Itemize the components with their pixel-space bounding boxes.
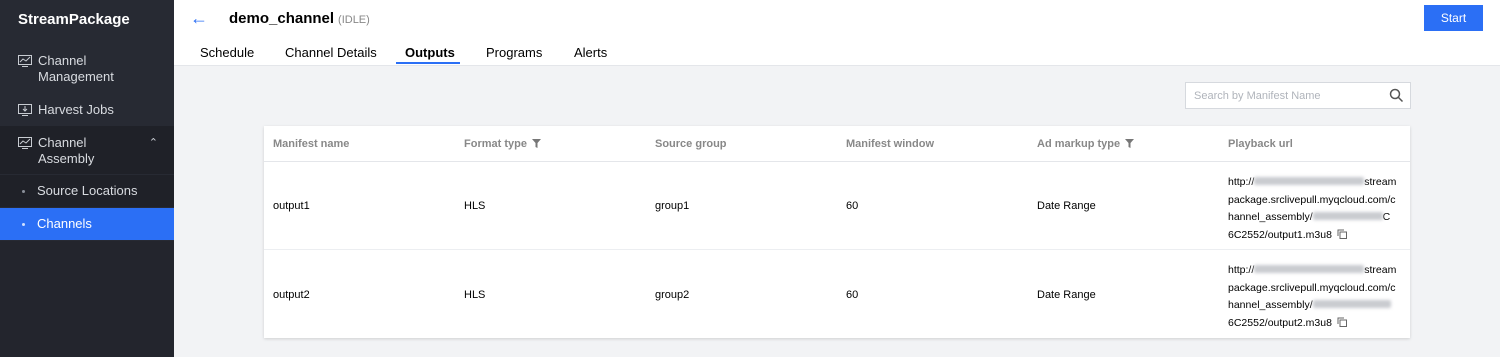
tab-programs[interactable]: Programs <box>486 45 542 60</box>
column-header-manifest-name: Manifest name <box>273 138 350 150</box>
cell-manifest-name: output2 <box>273 289 310 301</box>
monitor-chart-icon <box>18 55 32 67</box>
cell-manifest-name: output1 <box>273 200 310 212</box>
sidebar-subitem-label: Channels <box>37 216 92 231</box>
url-text: hannel_assembly/ <box>1228 211 1313 223</box>
sidebar-item-harvest-jobs[interactable]: Harvest Jobs <box>0 102 174 120</box>
bullet-dot-icon <box>22 223 25 226</box>
sidebar-item-channel-assembly[interactable]: Channel Assembly ⌃ <box>0 126 174 174</box>
cell-ad-markup-type: Date Range <box>1037 200 1096 212</box>
cell-source-group: group1 <box>655 200 690 212</box>
url-line: http:// stream <box>1228 262 1404 280</box>
cell-format-type: HLS <box>464 200 486 212</box>
url-line: 6C2552/output1.m3u8 <box>1228 227 1404 245</box>
search-input[interactable] <box>1194 88 1384 104</box>
start-button[interactable]: Start <box>1424 5 1483 31</box>
cell-manifest-window: 60 <box>846 289 859 301</box>
url-line: http:// stream <box>1228 174 1404 192</box>
sidebar-empty-area <box>0 241 174 357</box>
url-text: stream <box>1364 264 1397 276</box>
page-title: demo_channel (IDLE) <box>229 10 370 27</box>
url-line: package.srclivepull.myqcloud.com/c <box>1228 281 1396 294</box>
cell-playback-url: http:// stream package.srclivepull.myqclo… <box>1228 174 1404 244</box>
filter-icon[interactable] <box>531 139 541 148</box>
url-line: hannel_assembly/ <box>1228 297 1404 315</box>
copy-icon[interactable] <box>1337 229 1347 239</box>
redacted-text <box>1312 300 1391 308</box>
sidebar-item-label: Harvest Jobs <box>38 102 114 117</box>
sidebar-subitem-source-locations[interactable]: Source Locations <box>0 175 174 207</box>
bullet-dot-icon <box>22 190 25 193</box>
column-header-label: Format type <box>464 138 527 150</box>
url-text: C <box>1382 211 1391 223</box>
cell-ad-markup-type: Date Range <box>1037 289 1096 301</box>
filter-icon[interactable] <box>1125 139 1135 148</box>
redacted-text <box>1312 212 1383 220</box>
url-line: package.srclivepull.myqcloud.com/c <box>1228 193 1396 206</box>
redacted-text <box>1254 177 1365 185</box>
url-line: 6C2552/output2.m3u8 <box>1228 315 1404 333</box>
outputs-table: Manifest name Format type Source group M… <box>264 126 1410 338</box>
table-row: output1 HLS group1 60 Date Range http://… <box>264 162 1410 250</box>
active-tab-indicator <box>396 62 460 64</box>
column-header-ad-markup-type[interactable]: Ad markup type <box>1037 138 1135 150</box>
sidebar-subitem-channels[interactable]: Channels <box>0 208 174 240</box>
cell-playback-url: http:// stream package.srclivepull.myqclo… <box>1228 262 1404 332</box>
sidebar-item-label: Management <box>38 69 114 84</box>
cell-source-group: group2 <box>655 289 690 301</box>
tab-outputs[interactable]: Outputs <box>405 45 455 60</box>
tab-schedule[interactable]: Schedule <box>200 45 254 60</box>
url-text: stream <box>1364 176 1397 188</box>
sidebar: StreamPackage Channel Management Harvest… <box>0 0 174 357</box>
url-text: 6C2552/output1.m3u8 <box>1228 228 1332 241</box>
sidebar-item-label: Channel <box>38 135 87 150</box>
sidebar-item-label: Channel <box>38 53 87 68</box>
column-header-playback-url: Playback url <box>1228 138 1293 150</box>
table-header: Manifest name Format type Source group M… <box>264 126 1410 162</box>
cell-manifest-window: 60 <box>846 200 859 212</box>
copy-icon[interactable] <box>1337 317 1347 327</box>
cell-format-type: HLS <box>464 289 486 301</box>
sidebar-item-channel-management[interactable]: Channel Management <box>0 53 174 89</box>
manifest-search-box[interactable] <box>1185 82 1411 109</box>
url-text: hannel_assembly/ <box>1228 299 1313 311</box>
back-arrow-icon[interactable]: ← <box>190 8 208 29</box>
sidebar-subitem-label: Source Locations <box>37 183 138 198</box>
chevron-up-icon[interactable]: ⌃ <box>149 135 158 151</box>
column-header-source-group: Source group <box>655 138 727 150</box>
page-header: ← demo_channel (IDLE) Start Schedule Chan… <box>174 0 1500 66</box>
url-text: http:// <box>1228 176 1255 188</box>
column-header-manifest-window: Manifest window <box>846 138 934 150</box>
search-icon[interactable] <box>1389 88 1404 103</box>
table-row: output2 HLS group2 60 Date Range http://… <box>264 250 1410 338</box>
channel-name: demo_channel <box>229 10 335 27</box>
column-header-label: Ad markup type <box>1037 138 1121 150</box>
status-badge: (IDLE) <box>338 14 370 26</box>
sidebar-item-label: Assembly <box>38 151 95 166</box>
url-text: http:// <box>1228 264 1255 276</box>
monitor-chart-icon <box>18 137 32 149</box>
tab-alerts[interactable]: Alerts <box>574 45 607 60</box>
column-header-format-type[interactable]: Format type <box>464 138 541 150</box>
brand-logo-text: StreamPackage <box>18 11 130 28</box>
url-text: 6C2552/output2.m3u8 <box>1228 316 1332 329</box>
tab-channel-details[interactable]: Channel Details <box>285 45 377 60</box>
redacted-text <box>1254 265 1365 273</box>
url-line: hannel_assembly/C <box>1228 209 1404 227</box>
download-monitor-icon <box>18 104 32 116</box>
